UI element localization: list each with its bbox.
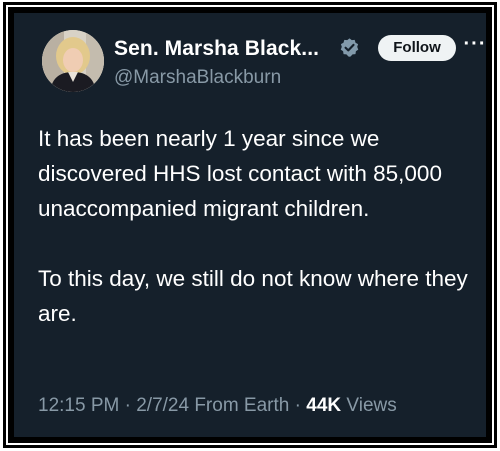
meta-separator: · [294, 395, 301, 416]
tweet-source: From Earth [194, 395, 290, 416]
meta-separator: · [124, 395, 131, 416]
tweet-paragraph: It has been nearly 1 year since we disco… [38, 126, 442, 221]
author-name[interactable]: Sen. Marsha Black... [114, 37, 319, 61]
tweet-text: It has been nearly 1 year since we disco… [38, 121, 478, 331]
tweet-card: Sen. Marsha Black... @MarshaBlackburn Fo… [14, 13, 486, 437]
tweet-metadata: 12:15 PM · 2/7/24 From Earth · 44K Views [38, 395, 397, 417]
views-label: Views [346, 395, 397, 416]
tweet-paragraph: To this day, we still do not know where … [38, 266, 468, 326]
follow-button[interactable]: Follow [378, 35, 456, 61]
tweet-time[interactable]: 12:15 PM [38, 395, 119, 416]
author-handle[interactable]: @MarshaBlackburn [114, 67, 281, 89]
avatar[interactable] [42, 30, 104, 92]
verified-badge-icon [340, 38, 359, 57]
more-options-icon[interactable]: ··· [463, 34, 487, 59]
tweet-date[interactable]: 2/7/24 [136, 395, 189, 416]
avatar-image [42, 30, 104, 92]
screenshot-frame: Sen. Marsha Black... @MarshaBlackburn Fo… [8, 7, 492, 443]
views-count: 44K [306, 395, 342, 416]
